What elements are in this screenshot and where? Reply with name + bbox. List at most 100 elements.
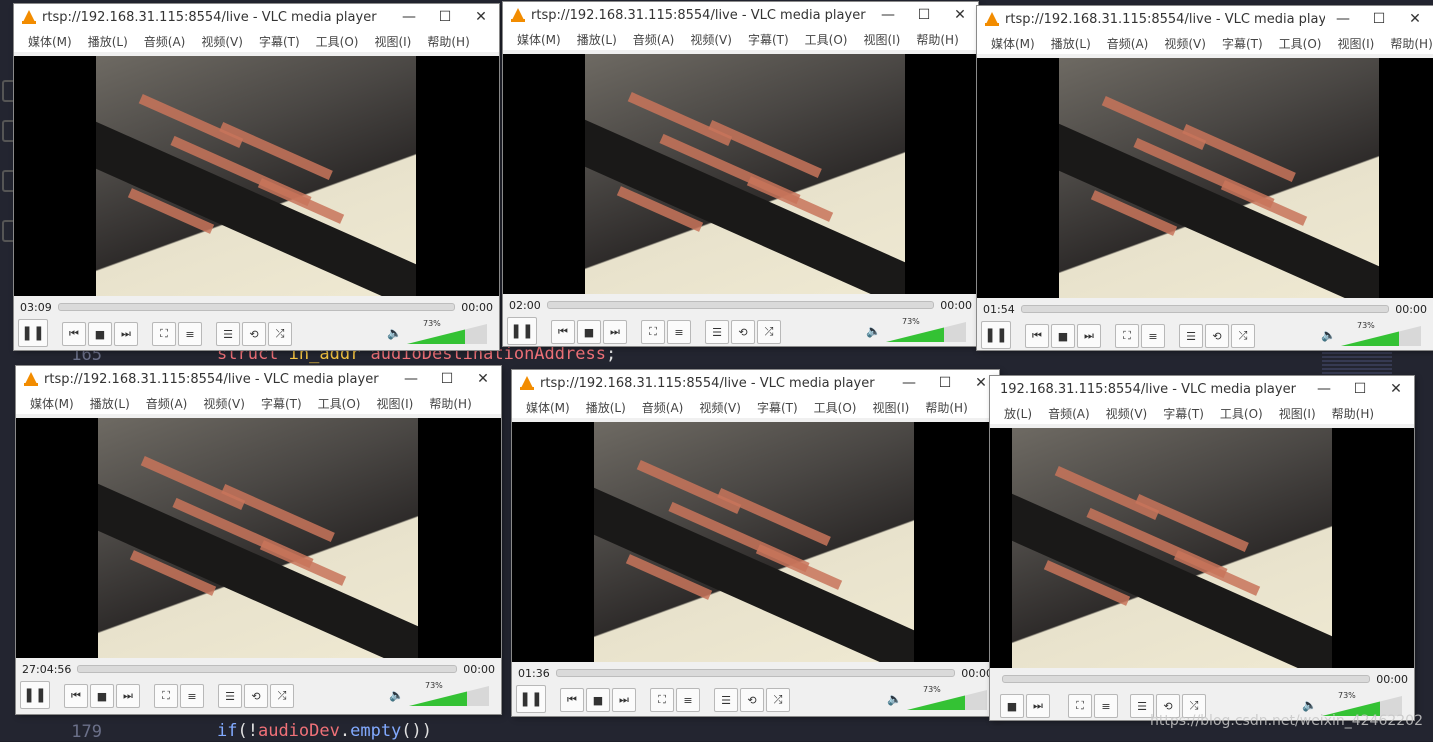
pause-button[interactable]: ❚❚ bbox=[981, 321, 1011, 349]
next-button[interactable]: ⏭ bbox=[603, 320, 627, 344]
volume-slider[interactable]: 73% bbox=[1341, 321, 1421, 346]
maximize-button[interactable]: ☐ bbox=[927, 370, 963, 396]
seek-track[interactable] bbox=[1020, 305, 1390, 313]
seek-track[interactable] bbox=[77, 665, 458, 673]
menu-item[interactable]: 媒体(M) bbox=[22, 395, 82, 412]
playlist-button[interactable]: ☰ bbox=[714, 688, 738, 712]
menu-item[interactable]: 播放(L) bbox=[82, 395, 138, 412]
playlist-button[interactable]: ☰ bbox=[1179, 324, 1203, 348]
next-button[interactable]: ⏭ bbox=[116, 684, 140, 708]
title-bar[interactable]: rtsp://192.168.31.115:8554/live - VLC me… bbox=[512, 370, 999, 396]
video-area[interactable] bbox=[977, 58, 1433, 298]
vlc-window[interactable]: rtsp://192.168.31.115:8554/live - VLC me… bbox=[512, 370, 999, 716]
next-button[interactable]: ⏭ bbox=[114, 322, 138, 346]
menu-item[interactable]: 音频(A) bbox=[634, 399, 692, 416]
seek-bar[interactable]: 01:54 00:00 bbox=[977, 300, 1433, 318]
menu-item[interactable]: 视图(I) bbox=[855, 31, 908, 48]
loop-button[interactable]: ⟲ bbox=[740, 688, 764, 712]
stop-button[interactable]: ■ bbox=[577, 320, 601, 344]
minimize-button[interactable]: — bbox=[870, 2, 906, 28]
seek-bar[interactable]: 02:00 00:00 bbox=[503, 296, 978, 314]
playlist-button[interactable]: ☰ bbox=[705, 320, 729, 344]
menu-item[interactable]: 播放(L) bbox=[569, 31, 625, 48]
extended-settings-button[interactable]: ≡ bbox=[667, 320, 691, 344]
seek-track[interactable] bbox=[546, 301, 935, 309]
menu-item[interactable]: 帮助(H) bbox=[419, 33, 477, 50]
menu-item[interactable]: 音频(A) bbox=[625, 31, 683, 48]
menu-item[interactable]: 媒体(M) bbox=[20, 33, 80, 50]
video-area[interactable] bbox=[512, 422, 999, 662]
shuffle-button[interactable]: ⤮ bbox=[766, 688, 790, 712]
speaker-icon[interactable]: 🔈 bbox=[866, 324, 881, 338]
loop-button[interactable]: ⟲ bbox=[1205, 324, 1229, 348]
minimize-button[interactable]: — bbox=[391, 4, 427, 30]
seek-bar[interactable]: 03:09 00:00 bbox=[14, 298, 499, 316]
maximize-button[interactable]: ☐ bbox=[1361, 6, 1397, 32]
minimize-button[interactable]: — bbox=[1325, 6, 1361, 32]
menu-item[interactable]: 视图(I) bbox=[366, 33, 419, 50]
extended-settings-button[interactable]: ≡ bbox=[1141, 324, 1165, 348]
speaker-icon[interactable]: 🔈 bbox=[387, 326, 402, 340]
next-button[interactable]: ⏭ bbox=[1026, 694, 1050, 718]
speaker-icon[interactable]: 🔈 bbox=[1302, 698, 1317, 712]
fullscreen-button[interactable]: ⛶ bbox=[641, 320, 665, 344]
shuffle-button[interactable]: ⤮ bbox=[270, 684, 294, 708]
vlc-window[interactable]: rtsp://192.168.31.115:8554/live - VLC me… bbox=[503, 2, 978, 346]
menu-item[interactable]: 工具(O) bbox=[806, 399, 865, 416]
previous-button[interactable]: ⏮ bbox=[1025, 324, 1049, 348]
vlc-window[interactable]: rtsp://192.168.31.115:8554/live - VLC me… bbox=[16, 366, 501, 714]
menu-item[interactable]: 字幕(T) bbox=[253, 395, 310, 412]
extended-settings-button[interactable]: ≡ bbox=[178, 322, 202, 346]
menu-item[interactable]: 字幕(T) bbox=[740, 31, 797, 48]
fullscreen-button[interactable]: ⛶ bbox=[1068, 694, 1092, 718]
video-area[interactable] bbox=[990, 428, 1414, 668]
volume-slider[interactable]: 73% bbox=[407, 319, 487, 344]
maximize-button[interactable]: ☐ bbox=[427, 4, 463, 30]
menu-item[interactable]: 视图(I) bbox=[368, 395, 421, 412]
maximize-button[interactable]: ☐ bbox=[906, 2, 942, 28]
menu-item[interactable]: 放(L) bbox=[996, 405, 1040, 422]
menu-item[interactable]: 视频(V) bbox=[1156, 35, 1214, 52]
stop-button[interactable]: ■ bbox=[88, 322, 112, 346]
menu-item[interactable]: 音频(A) bbox=[1099, 35, 1157, 52]
menu-item[interactable]: 音频(A) bbox=[1040, 405, 1098, 422]
close-button[interactable]: ✕ bbox=[942, 2, 978, 28]
title-bar[interactable]: rtsp://192.168.31.115:8554/live - VLC me… bbox=[14, 4, 499, 30]
stop-button[interactable]: ■ bbox=[1000, 694, 1024, 718]
fullscreen-button[interactable]: ⛶ bbox=[650, 688, 674, 712]
menu-item[interactable]: 帮助(H) bbox=[421, 395, 479, 412]
menu-item[interactable]: 视频(V) bbox=[691, 399, 749, 416]
menu-item[interactable]: 帮助(H) bbox=[908, 31, 966, 48]
close-button[interactable]: ✕ bbox=[465, 366, 501, 392]
vlc-window[interactable]: rtsp://192.168.31.115:8554/live - VLC me… bbox=[977, 6, 1433, 350]
previous-button[interactable]: ⏮ bbox=[560, 688, 584, 712]
video-area[interactable] bbox=[503, 54, 978, 294]
seek-bar[interactable]: 00:00 bbox=[990, 670, 1414, 688]
menu-item[interactable]: 音频(A) bbox=[138, 395, 196, 412]
pause-button[interactable]: ❚❚ bbox=[18, 319, 48, 347]
extended-settings-button[interactable]: ≡ bbox=[180, 684, 204, 708]
stop-button[interactable]: ■ bbox=[586, 688, 610, 712]
close-button[interactable]: ✕ bbox=[463, 4, 499, 30]
menu-item[interactable]: 视频(V) bbox=[195, 395, 253, 412]
shuffle-button[interactable]: ⤮ bbox=[757, 320, 781, 344]
video-area[interactable] bbox=[14, 56, 499, 296]
menu-item[interactable]: 视频(V) bbox=[193, 33, 251, 50]
fullscreen-button[interactable]: ⛶ bbox=[1115, 324, 1139, 348]
next-button[interactable]: ⏭ bbox=[612, 688, 636, 712]
video-area[interactable] bbox=[16, 418, 501, 658]
close-button[interactable]: ✕ bbox=[1378, 376, 1414, 402]
title-bar[interactable]: rtsp://192.168.31.115:8554/live - VLC me… bbox=[503, 2, 978, 28]
minimize-button[interactable]: — bbox=[393, 366, 429, 392]
menu-item[interactable]: 工具(O) bbox=[1212, 405, 1271, 422]
fullscreen-button[interactable]: ⛶ bbox=[154, 684, 178, 708]
menu-item[interactable]: 视图(I) bbox=[1271, 405, 1324, 422]
menu-item[interactable]: 字幕(T) bbox=[1214, 35, 1271, 52]
seek-track[interactable] bbox=[57, 303, 456, 311]
title-bar[interactable]: 192.168.31.115:8554/live - VLC media pla… bbox=[990, 376, 1414, 402]
volume-slider[interactable]: 73% bbox=[907, 685, 987, 710]
stop-button[interactable]: ■ bbox=[1051, 324, 1075, 348]
menu-item[interactable]: 播放(L) bbox=[1043, 35, 1099, 52]
minimize-button[interactable]: — bbox=[1306, 376, 1342, 402]
menu-item[interactable]: 视频(V) bbox=[1098, 405, 1156, 422]
